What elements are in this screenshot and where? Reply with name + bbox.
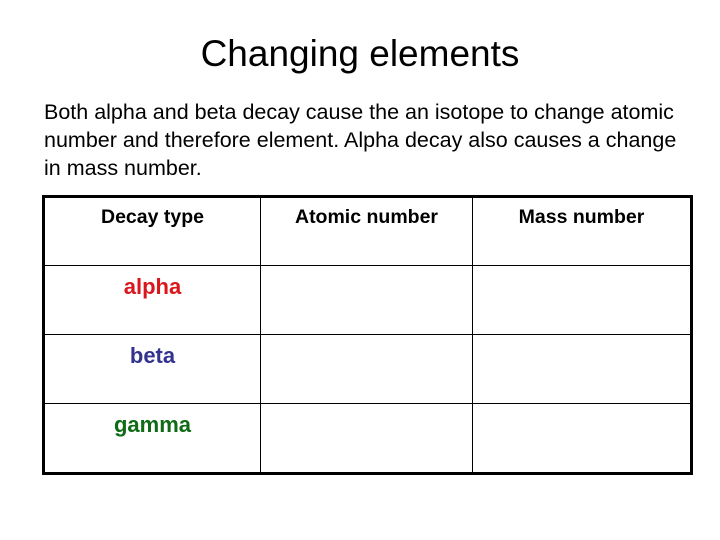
mass-number-cell xyxy=(472,403,692,474)
atomic-number-cell xyxy=(260,334,473,404)
atomic-number-cell xyxy=(260,265,473,335)
header-mass-number: Mass number xyxy=(472,196,692,266)
decay-type-cell: gamma xyxy=(43,403,261,474)
atomic-number-cell xyxy=(260,403,473,474)
decay-type-cell: alpha xyxy=(43,265,261,335)
mass-number-cell xyxy=(472,265,692,335)
table-row: beta xyxy=(43,334,692,404)
table-row: alpha xyxy=(43,265,692,335)
table-row: gamma xyxy=(43,403,692,474)
mass-number-cell xyxy=(472,334,692,404)
decay-table: Decay type Atomic number Mass number alp… xyxy=(42,195,693,475)
header-decay-type: Decay type xyxy=(43,196,261,266)
slide-title: Changing elements xyxy=(200,33,520,74)
table-header-row: Decay type Atomic number Mass number xyxy=(43,196,692,266)
decay-type-cell: beta xyxy=(43,334,261,404)
header-atomic-number: Atomic number xyxy=(260,196,473,266)
intro-paragraph: Both alpha and beta decay cause the an i… xyxy=(44,100,677,180)
